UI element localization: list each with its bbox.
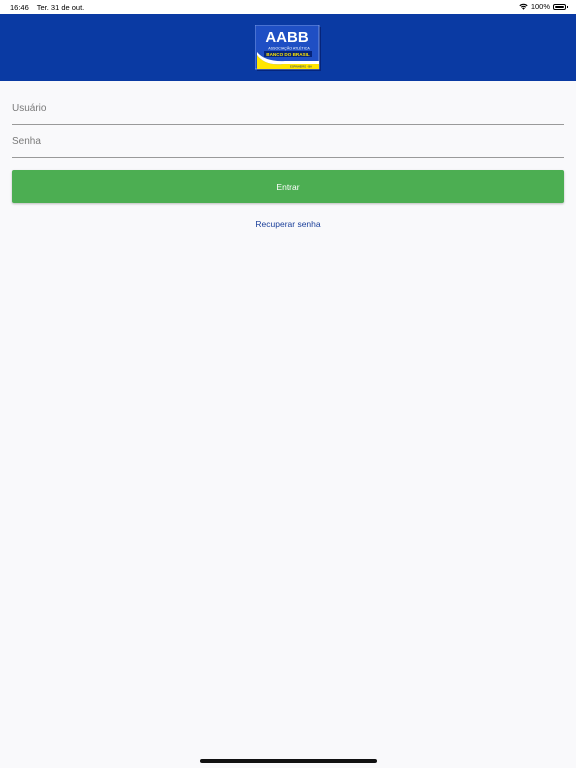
status-date: Ter. 31 de out.: [36, 3, 85, 12]
status-time: 16:46: [10, 3, 29, 12]
status-bar: 16:46 Ter. 31 de out. 100%: [0, 0, 576, 14]
username-field-container: [12, 93, 564, 125]
svg-text:AABB: AABB: [265, 29, 308, 46]
status-left: 16:46 Ter. 31 de out.: [10, 3, 84, 12]
svg-text:BANCO DO BRASIL: BANCO DO BRASIL: [266, 52, 310, 57]
recover-password-link[interactable]: Recuperar senha: [0, 219, 576, 229]
wifi-icon: [519, 3, 528, 10]
aabb-logo: AABB ASSOCIAÇÃO ATLÉTICA BANCO DO BRASIL…: [255, 25, 321, 71]
battery-percent: 100%: [530, 2, 550, 11]
username-input[interactable]: [12, 103, 564, 114]
battery-icon: [553, 3, 568, 10]
status-right: 100%: [519, 2, 568, 11]
password-input[interactable]: [12, 136, 564, 147]
svg-text:ESPINHEIRO - BA: ESPINHEIRO - BA: [290, 65, 312, 69]
password-field-container: [12, 126, 564, 158]
battery-level: [555, 5, 564, 8]
home-indicator[interactable]: [200, 759, 377, 763]
login-button[interactable]: Entrar: [12, 170, 564, 203]
svg-text:ASSOCIAÇÃO ATLÉTICA: ASSOCIAÇÃO ATLÉTICA: [268, 46, 310, 51]
app-header: AABB ASSOCIAÇÃO ATLÉTICA BANCO DO BRASIL…: [0, 14, 576, 81]
